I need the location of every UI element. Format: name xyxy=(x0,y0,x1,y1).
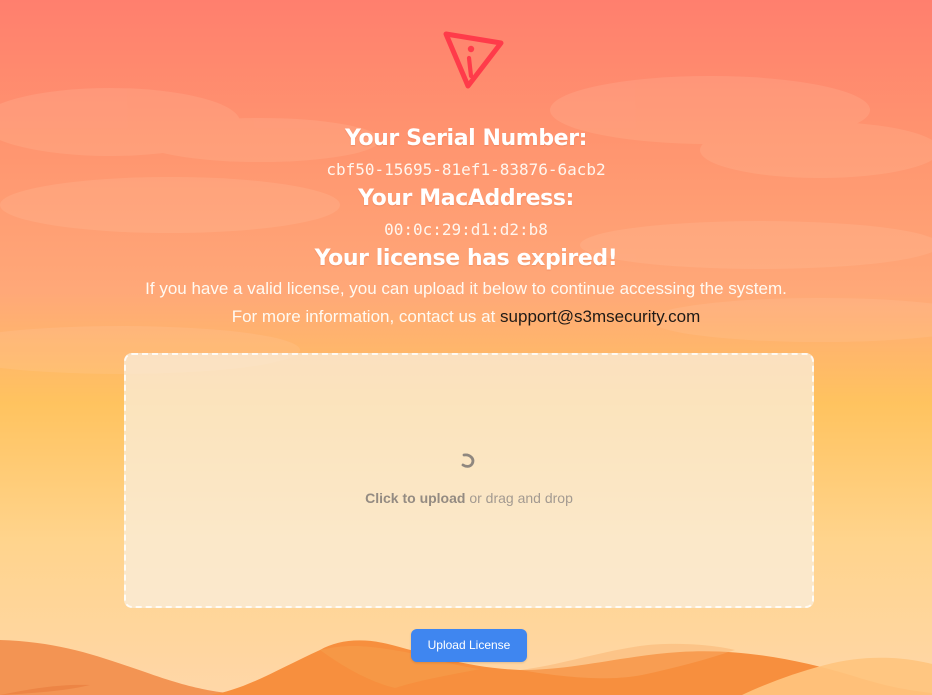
upload-license-button[interactable]: Upload License xyxy=(411,629,527,662)
support-email-link[interactable]: support@s3msecurity.com xyxy=(500,307,700,326)
license-expired-title: Your license has expired! xyxy=(314,246,618,271)
mac-address-value: 00:0c:29:d1:d2:b8 xyxy=(384,220,548,239)
click-to-upload-label[interactable]: Click to upload xyxy=(365,490,465,506)
loading-spinner-icon xyxy=(460,452,476,468)
license-upload-dropzone[interactable]: Click to upload or drag and drop xyxy=(124,353,814,608)
license-expired-screen: Your Serial Number: cbf50-15695-81ef1-83… xyxy=(0,0,932,695)
serial-number-label: Your Serial Number: xyxy=(344,126,588,151)
contact-line: For more information, contact us at supp… xyxy=(0,307,932,327)
contact-prefix: For more information, contact us at xyxy=(231,307,496,326)
mac-address-label: Your MacAddress: xyxy=(358,186,574,211)
serial-number-value: cbf50-15695-81ef1-83876-6acb2 xyxy=(326,160,606,179)
warning-icon xyxy=(440,26,506,92)
drag-drop-label: or drag and drop xyxy=(469,490,573,506)
upload-instructions: Click to upload or drag and drop xyxy=(126,490,812,506)
license-message: If you have a valid license, you can upl… xyxy=(145,279,787,298)
